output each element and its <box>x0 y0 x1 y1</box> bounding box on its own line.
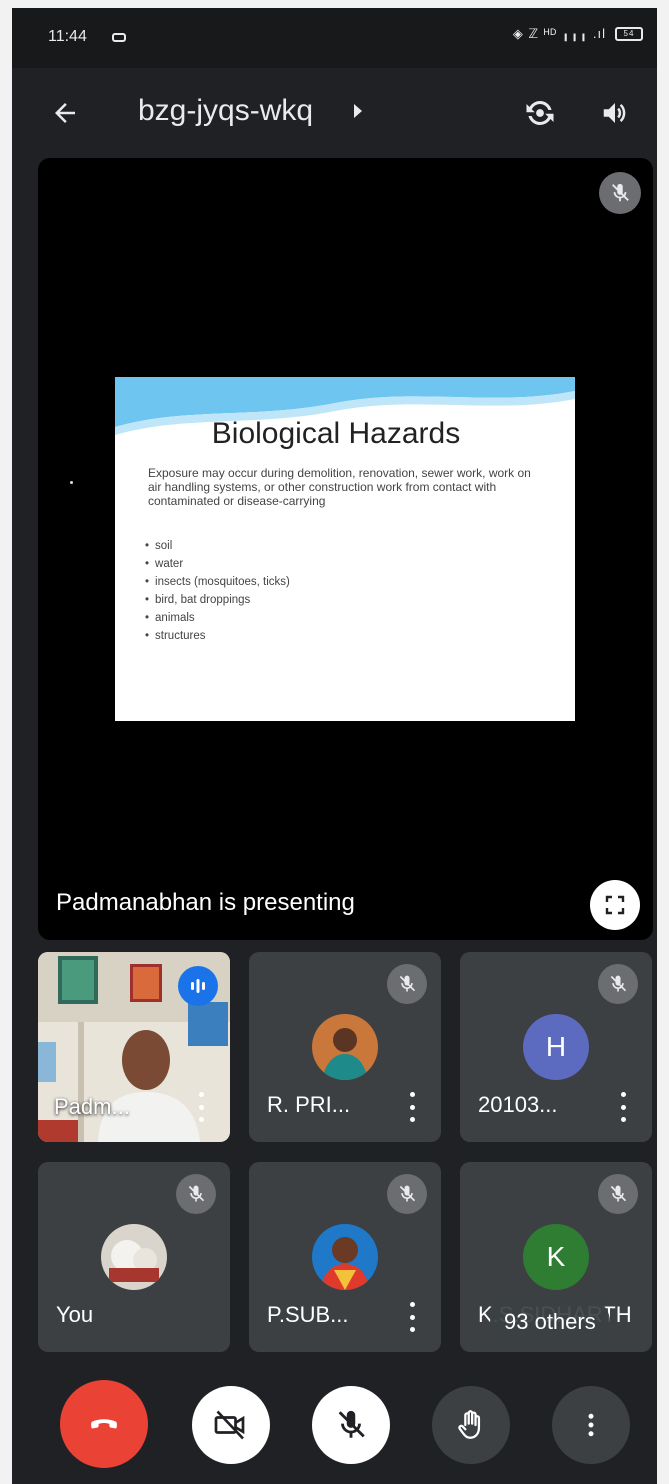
participant-more-button[interactable] <box>618 1092 628 1122</box>
slide-bullet: bird, bat droppings <box>145 591 290 609</box>
call-controls <box>12 1380 657 1470</box>
camera-switch-icon <box>526 100 554 126</box>
notification-icon <box>112 33 126 42</box>
meeting-code[interactable]: bzg-jyqs-wkq <box>138 94 313 128</box>
meet-screen: 11:44 ◈ ℤ ᴴᴰ ╻╻╻ .ıl 54 bzg-jyqs-wkq Bio… <box>12 8 657 1484</box>
participant-mic-status <box>176 1174 216 1214</box>
participant-tile[interactable]: H 20103... <box>460 952 652 1142</box>
slide-bullet: water <box>145 555 290 573</box>
mic-toggle-button[interactable] <box>312 1386 390 1464</box>
participant-more-button[interactable] <box>407 1092 417 1122</box>
camera-toggle-button[interactable] <box>192 1386 270 1464</box>
fullscreen-icon <box>605 895 625 915</box>
avatar-photo <box>312 1224 378 1290</box>
battery-icon: 54 <box>615 27 643 41</box>
participant-tile[interactable]: Padm... <box>38 952 230 1142</box>
mic-off-icon <box>610 1185 627 1202</box>
status-time: 11:44 <box>48 28 87 45</box>
back-button[interactable] <box>42 90 88 136</box>
speaker-button[interactable] <box>592 90 638 136</box>
signal-icons: ◈ ℤ ᴴᴰ ╻╻╻ .ıl <box>512 26 606 41</box>
fullscreen-button[interactable] <box>590 880 640 930</box>
avatar-initial: K <box>523 1224 589 1290</box>
slide-body-text: Exposure may occur during demolition, re… <box>148 466 531 508</box>
presenter-mic-status <box>599 172 641 214</box>
mic-off-icon <box>399 1185 416 1202</box>
top-app-bar: bzg-jyqs-wkq <box>12 68 657 158</box>
others-count-button[interactable]: 93 others <box>490 1297 610 1347</box>
more-vert-icon <box>588 1413 594 1437</box>
status-indicators: ◈ ℤ ᴴᴰ ╻╻╻ .ıl 54 <box>513 26 643 42</box>
mic-off-icon <box>188 1185 205 1202</box>
participant-mic-status <box>598 1174 638 1214</box>
slide-bullet: insects (mosquitoes, ticks) <box>145 573 290 591</box>
participant-name: 20103... <box>478 1092 558 1117</box>
audio-level-icon <box>191 979 205 993</box>
participant-name: P.SUB... <box>267 1302 349 1327</box>
avatar <box>312 1014 378 1080</box>
presenter-label: Padmanabhan is presenting <box>56 889 355 916</box>
hand-icon <box>458 1410 481 1439</box>
participant-mic-status <box>387 1174 427 1214</box>
status-bar: 11:44 ◈ ℤ ᴴᴰ ╻╻╻ .ıl 54 <box>12 8 657 68</box>
participant-name: Padm... <box>54 1094 130 1119</box>
camera-off-icon <box>214 1410 245 1440</box>
participant-name: You <box>56 1302 94 1327</box>
participant-more-button[interactable] <box>196 1092 206 1122</box>
speaking-indicator <box>178 966 218 1006</box>
hang-up-icon <box>91 1419 117 1429</box>
avatar-photo <box>312 1014 378 1080</box>
back-arrow-icon <box>55 103 75 123</box>
meeting-info-caret-icon[interactable] <box>354 104 362 118</box>
participant-mic-status <box>598 964 638 1004</box>
raise-hand-button[interactable] <box>432 1386 510 1464</box>
avatar <box>312 1224 378 1290</box>
presentation-tile[interactable]: Biological Hazards Exposure may occur du… <box>38 158 653 940</box>
slide-bullet: structures <box>145 627 290 645</box>
more-options-button[interactable] <box>552 1386 630 1464</box>
participant-tile[interactable]: You <box>38 1162 230 1352</box>
mic-off-icon <box>399 975 416 992</box>
participant-mic-status <box>387 964 427 1004</box>
participant-name: R. PRI... <box>267 1092 351 1117</box>
participant-tile[interactable]: P.SUB... <box>249 1162 441 1352</box>
shared-slide: Biological Hazards Exposure may occur du… <box>115 377 575 721</box>
mic-off-icon <box>338 1410 365 1438</box>
avatar-photo <box>101 1224 167 1290</box>
slide-bullet: animals <box>145 609 290 627</box>
switch-camera-button[interactable] <box>517 90 563 136</box>
participant-tile[interactable]: R. PRI... <box>249 952 441 1142</box>
slide-title: Biological Hazards <box>211 417 461 450</box>
end-call-button[interactable] <box>60 1380 148 1468</box>
slide-bullet-list: soil water insects (mosquitoes, ticks) b… <box>145 537 290 645</box>
avatar <box>101 1224 167 1290</box>
participant-more-button[interactable] <box>407 1302 417 1332</box>
cursor-dot <box>70 481 73 484</box>
avatar-initial: H <box>523 1014 589 1080</box>
mic-off-icon <box>612 183 629 202</box>
mic-off-icon <box>610 975 627 992</box>
slide-bullet: soil <box>145 537 290 555</box>
speaker-icon <box>603 103 626 123</box>
